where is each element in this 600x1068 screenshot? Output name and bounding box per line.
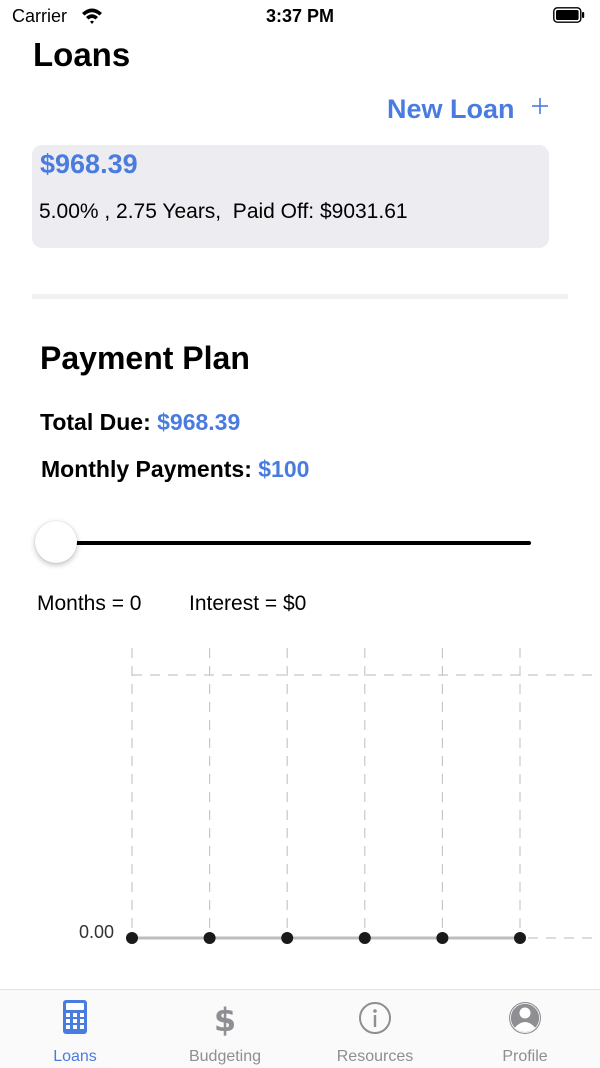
monthly-payments-row: Monthly Payments: $100: [41, 456, 309, 483]
interest-readout: Interest = $0: [189, 592, 307, 615]
data-point: [436, 932, 449, 944]
months-readout: Months = 0: [37, 592, 142, 615]
tab-profile[interactable]: Profile: [450, 990, 600, 1068]
profile-icon: [509, 1002, 541, 1034]
tab-label: Loans: [53, 1048, 97, 1065]
plus-icon: [531, 97, 548, 114]
monthly-payments-label: Monthly Payments:: [41, 456, 252, 482]
y-tick-label: 0.00: [79, 922, 114, 942]
battery-icon: [553, 7, 585, 23]
calculator-icon: [63, 1000, 87, 1034]
tab-label: Profile: [502, 1048, 548, 1065]
total-due-value: $968.39: [157, 409, 241, 435]
tab-loans[interactable]: Loans: [0, 990, 150, 1068]
loan-amount: $968.39: [40, 149, 138, 179]
payment-slider-track[interactable]: [56, 541, 531, 545]
loan-card[interactable]: $968.39 5.00% , 2.75 Years, Paid Off: $9…: [32, 145, 549, 248]
payment-slider-thumb[interactable]: [35, 521, 77, 563]
new-loan-button[interactable]: New Loan: [387, 94, 549, 125]
data-point: [203, 932, 216, 944]
status-bar: Carrier 3:37 PM: [0, 0, 600, 34]
section-divider: [32, 294, 568, 299]
tab-bar: Loans $ Budgeting Resources Profile: [0, 989, 600, 1068]
payment-chart: 0.00: [79, 648, 600, 944]
page-title: Loans: [33, 36, 131, 73]
data-point: [514, 932, 526, 944]
new-loan-label: New Loan: [387, 94, 515, 124]
clock: 3:37 PM: [265, 6, 335, 26]
loan-details: 5.00% , 2.75 Years, Paid Off: $9031.61: [39, 200, 408, 223]
data-point: [281, 932, 294, 944]
monthly-payments-value: $100: [258, 456, 310, 482]
info-icon: [359, 1002, 391, 1034]
data-point: [358, 932, 371, 944]
tab-label: Budgeting: [188, 1048, 262, 1065]
data-point: [126, 932, 138, 944]
tab-budgeting[interactable]: $ Budgeting: [150, 990, 300, 1068]
tab-label: Resources: [336, 1048, 414, 1065]
dollar-icon: $: [214, 1001, 236, 1038]
payment-plan-title: Payment Plan: [40, 340, 250, 376]
svg-text:$: $: [214, 1001, 236, 1038]
total-due-row: Total Due: $968.39: [40, 409, 240, 436]
total-due-label: Total Due:: [40, 409, 151, 435]
tab-resources[interactable]: Resources: [300, 990, 450, 1068]
